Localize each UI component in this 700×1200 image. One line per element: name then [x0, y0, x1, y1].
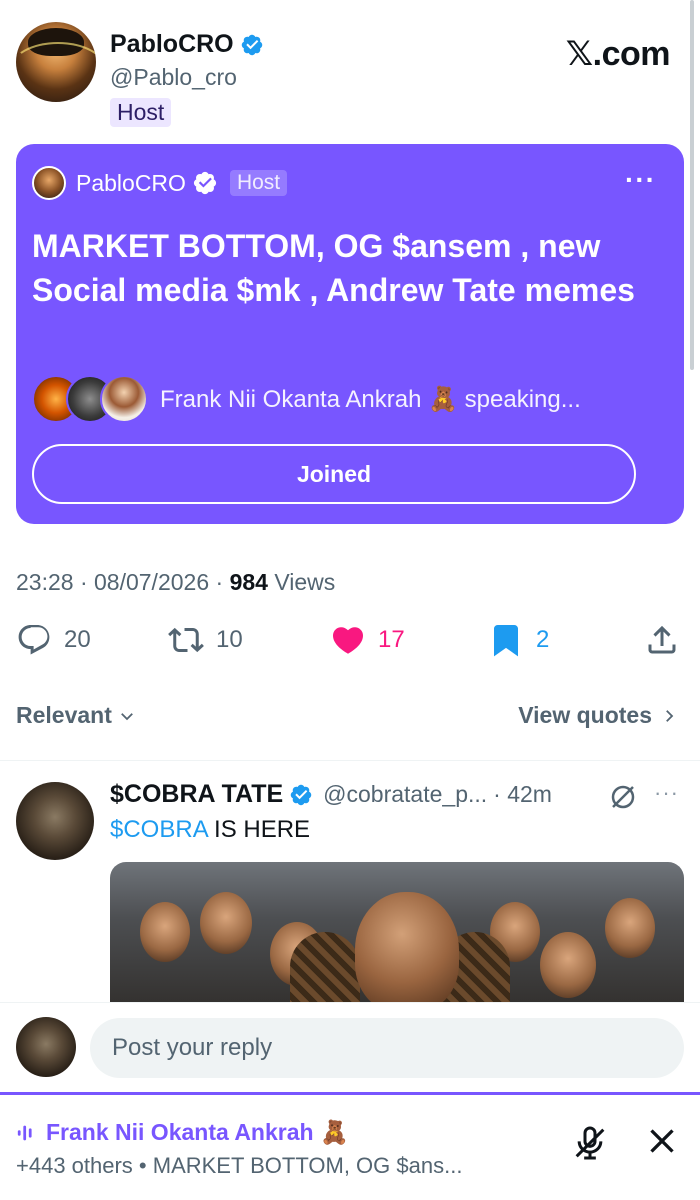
- space-card[interactable]: PabloCRO Host ··· MARKET BOTTOM, OG $ans…: [16, 144, 684, 524]
- repost-action[interactable]: 10: [168, 622, 243, 658]
- reply-count: 20: [64, 626, 91, 653]
- chevron-down-icon: [120, 712, 133, 720]
- heart-icon: [332, 627, 364, 654]
- speaker-avatar: [100, 375, 148, 423]
- audio-wave-icon: [17, 1125, 32, 1140]
- crowd-face: [605, 898, 655, 958]
- reply-author-name[interactable]: $COBRA TATE: [110, 780, 283, 809]
- dock-speaker-name: Frank Nii Okanta Ankrah 🧸: [46, 1119, 349, 1145]
- reply-action[interactable]: 20: [16, 622, 91, 658]
- space-host-avatar: [32, 166, 66, 200]
- reply-text-body: IS HERE: [207, 816, 311, 843]
- host-badge: Host: [110, 98, 172, 127]
- repost-count: 10: [216, 626, 243, 653]
- bookmark-icon: [494, 625, 518, 657]
- space-host-name: PabloCRO: [76, 169, 186, 196]
- divider: [0, 760, 700, 761]
- close-icon[interactable]: [644, 1123, 680, 1159]
- bookmark-count: 2: [536, 626, 550, 653]
- verified-badge-icon: [241, 34, 262, 55]
- like-count: 17: [378, 626, 405, 653]
- reply-post[interactable]: $COBRA TATE @cobratate_p... · 42m ··· $C…: [0, 762, 700, 1002]
- reply-author-handle[interactable]: @cobratate_p...: [323, 781, 487, 808]
- more-icon[interactable]: ···: [625, 166, 656, 194]
- repost-icon: [168, 627, 204, 653]
- space-host-badge: Host: [229, 170, 288, 196]
- reply-timestamp[interactable]: · 42m: [493, 781, 552, 808]
- share-action[interactable]: [644, 622, 680, 658]
- reply-text: $COBRA IS HERE: [110, 816, 310, 844]
- author-name[interactable]: PabloCRO: [110, 30, 234, 59]
- cobra-shape: [290, 932, 360, 1002]
- central-figure: [355, 892, 459, 1002]
- author-name-row: PabloCRO: [110, 30, 264, 59]
- reply-header: $COBRA TATE @cobratate_p... · 42m: [110, 780, 552, 809]
- cashtag-link[interactable]: $COBRA: [110, 816, 207, 843]
- post-header: PabloCRO @Pablo_cro Host 𝕏.com: [0, 0, 700, 140]
- reply-author-avatar[interactable]: [16, 782, 94, 860]
- view-quotes-label: View quotes: [518, 702, 652, 728]
- sort-relevant-label: Relevant: [16, 702, 112, 728]
- more-icon[interactable]: ···: [654, 780, 679, 806]
- verified-badge-icon: [193, 171, 217, 195]
- view-quotes-link[interactable]: View quotes: [518, 702, 678, 729]
- crowd-face: [540, 932, 596, 998]
- reply-media-image[interactable]: [110, 862, 684, 1002]
- author-avatar[interactable]: [16, 22, 96, 102]
- share-icon: [648, 625, 676, 654]
- reply-icon: [18, 625, 50, 655]
- reply-composer: [0, 1002, 700, 1092]
- reply-input[interactable]: [90, 1018, 684, 1078]
- speaking-status: Frank Nii Okanta Ankrah 🧸 speaking...: [160, 385, 581, 413]
- space-speakers-row: Frank Nii Okanta Ankrah 🧸 speaking...: [32, 375, 581, 423]
- author-handle[interactable]: @Pablo_cro: [110, 64, 237, 91]
- chevron-right-icon: [666, 709, 674, 722]
- sort-relevant-dropdown[interactable]: Relevant: [16, 702, 136, 729]
- space-host-row: PabloCRO Host: [32, 166, 288, 200]
- action-bar: 20 10 17 2: [16, 622, 684, 666]
- verified-badge-icon: [290, 784, 312, 805]
- crowd-face: [140, 902, 190, 962]
- post-meta: 23:28 · 08/07/2026 · 984 Views: [16, 569, 335, 596]
- post-timestamp[interactable]: 23:28 · 08/07/2026 ·: [16, 569, 230, 595]
- like-action[interactable]: 17: [330, 622, 405, 658]
- space-title: MARKET BOTTOM, OG $ansem , new Social me…: [32, 228, 635, 308]
- current-user-avatar: [16, 1017, 76, 1077]
- views-count: 984: [229, 569, 268, 595]
- grok-icon[interactable]: [608, 782, 638, 812]
- joined-button[interactable]: Joined: [32, 444, 636, 504]
- x-logo[interactable]: 𝕏.com: [566, 34, 671, 74]
- dock-speaker-row: Frank Nii Okanta Ankrah 🧸: [16, 1119, 349, 1146]
- dock-subtitle: +443 others • MARKET BOTTOM, OG $ans...: [16, 1153, 463, 1178]
- bookmark-action[interactable]: 2: [488, 622, 549, 658]
- mic-muted-icon[interactable]: [570, 1123, 610, 1163]
- views-label: Views: [267, 569, 336, 595]
- space-dock[interactable]: Frank Nii Okanta Ankrah 🧸 +443 others • …: [0, 1092, 700, 1200]
- crowd-face: [200, 892, 252, 954]
